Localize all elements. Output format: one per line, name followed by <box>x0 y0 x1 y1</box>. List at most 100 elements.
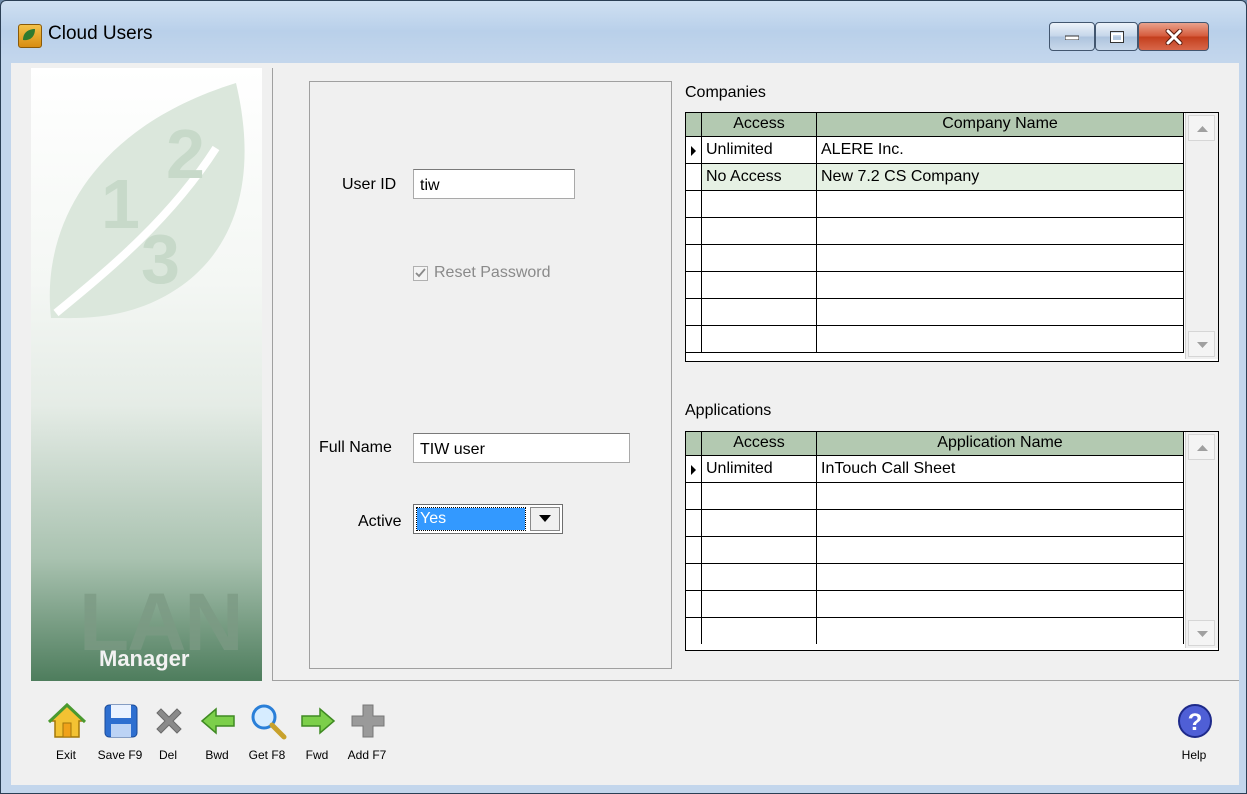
add-button[interactable]: Add F7 <box>342 693 392 769</box>
application-name-cell[interactable] <box>817 483 1184 509</box>
close-button[interactable] <box>1138 22 1209 51</box>
brand-sidebar: 1 2 3 LAN Manager <box>31 68 262 681</box>
access-cell[interactable] <box>702 218 817 244</box>
companies-grid[interactable]: Access Company Name Unlimited ALERE Inc.… <box>685 112 1219 362</box>
user-id-input[interactable] <box>413 169 575 199</box>
access-cell[interactable] <box>702 191 817 217</box>
table-row[interactable] <box>686 483 1184 510</box>
column-header-application-name[interactable]: Application Name <box>817 432 1184 455</box>
table-row[interactable] <box>686 272 1184 299</box>
table-row[interactable] <box>686 591 1184 618</box>
access-cell[interactable]: Unlimited <box>702 456 817 482</box>
access-cell[interactable] <box>702 299 817 325</box>
exit-button[interactable]: Exit <box>41 693 91 769</box>
application-name-cell[interactable] <box>817 564 1184 590</box>
reset-password-checkbox[interactable]: Reset Password <box>413 264 551 282</box>
leaf-logo-icon: 1 2 3 <box>49 83 245 319</box>
access-cell[interactable] <box>702 618 817 644</box>
companies-title: Companies <box>685 84 766 101</box>
company-name-cell[interactable] <box>817 191 1184 217</box>
applications-grid[interactable]: Access Application Name Unlimited InTouc… <box>685 431 1219 651</box>
cloud-users-window: Cloud Users 1 2 3 LAN Manager User ID ti… <box>0 0 1247 794</box>
scroll-down-button[interactable] <box>1188 620 1215 646</box>
company-name-cell[interactable] <box>817 299 1184 325</box>
table-row[interactable]: Unlimited InTouch Call Sheet <box>686 456 1184 483</box>
row-indicator <box>686 326 702 352</box>
company-name-cell[interactable] <box>817 326 1184 352</box>
chevron-up-icon <box>1197 445 1208 451</box>
chevron-up-icon <box>1197 126 1208 132</box>
reset-password-label: Reset Password <box>434 264 551 281</box>
access-cell[interactable] <box>702 326 817 352</box>
table-row[interactable] <box>686 618 1184 645</box>
access-cell[interactable] <box>702 483 817 509</box>
company-name-cell[interactable] <box>817 272 1184 298</box>
applications-scrollbar[interactable] <box>1185 432 1218 648</box>
access-cell[interactable] <box>702 537 817 563</box>
application-name-cell[interactable] <box>817 510 1184 536</box>
table-row[interactable] <box>686 510 1184 537</box>
companies-scrollbar[interactable] <box>1185 113 1218 359</box>
svg-text:?: ? <box>1188 709 1203 736</box>
full-name-input[interactable] <box>413 433 630 463</box>
table-row[interactable] <box>686 245 1184 272</box>
table-row[interactable] <box>686 191 1184 218</box>
application-name-cell[interactable] <box>817 618 1184 644</box>
scroll-down-button[interactable] <box>1188 331 1215 357</box>
column-header-access[interactable]: Access <box>702 113 817 136</box>
plus-icon <box>351 704 385 738</box>
table-row[interactable]: No Access New 7.2 CS Company <box>686 164 1184 191</box>
row-indicator <box>686 272 702 298</box>
help-button[interactable]: ? Help <box>1169 693 1219 769</box>
chevron-down-icon <box>539 515 551 522</box>
current-row-arrow-icon <box>691 146 696 156</box>
maximize-button[interactable] <box>1095 22 1138 51</box>
company-name-cell[interactable] <box>817 245 1184 271</box>
access-cell[interactable]: No Access <box>702 164 817 190</box>
application-name-cell[interactable]: InTouch Call Sheet <box>817 456 1184 482</box>
company-name-cell[interactable] <box>817 218 1184 244</box>
title-bar[interactable]: Cloud Users <box>1 1 1246 63</box>
help-label: Help <box>1181 748 1207 762</box>
add-label: Add F7 <box>347 748 387 762</box>
header-corner <box>686 113 702 136</box>
table-row[interactable]: Unlimited ALERE Inc. <box>686 137 1184 164</box>
column-header-company-name[interactable]: Company Name <box>817 113 1184 136</box>
application-name-cell[interactable] <box>817 537 1184 563</box>
scroll-up-button[interactable] <box>1188 115 1215 141</box>
table-row[interactable] <box>686 326 1184 353</box>
row-indicator <box>686 164 702 190</box>
active-label: Active <box>358 513 402 530</box>
company-name-cell[interactable]: ALERE Inc. <box>817 137 1184 163</box>
access-cell[interactable] <box>702 245 817 271</box>
minimize-button[interactable] <box>1049 22 1095 51</box>
access-cell[interactable] <box>702 510 817 536</box>
chevron-down-icon <box>1197 631 1208 637</box>
scroll-up-button[interactable] <box>1188 434 1215 460</box>
application-name-cell[interactable] <box>817 591 1184 617</box>
logo-manager-text: Manager <box>99 646 190 671</box>
dropdown-button[interactable] <box>530 507 560 531</box>
access-cell[interactable] <box>702 272 817 298</box>
checkbox-icon[interactable] <box>413 265 428 281</box>
access-cell[interactable] <box>702 564 817 590</box>
company-name-cell[interactable]: New 7.2 CS Company <box>817 164 1184 190</box>
row-indicator <box>686 564 702 590</box>
row-indicator <box>686 456 702 482</box>
row-indicator <box>686 591 702 617</box>
table-row[interactable] <box>686 564 1184 591</box>
table-row[interactable] <box>686 218 1184 245</box>
app-icon[interactable] <box>18 24 42 48</box>
companies-header: Access Company Name <box>686 113 1184 137</box>
window-title: Cloud Users <box>48 23 153 44</box>
access-cell[interactable] <box>702 591 817 617</box>
active-select[interactable]: Yes <box>413 504 563 534</box>
table-row[interactable] <box>686 537 1184 564</box>
active-select-value[interactable]: Yes <box>416 507 526 531</box>
access-cell[interactable]: Unlimited <box>702 137 817 163</box>
svg-text:1: 1 <box>101 165 140 243</box>
table-row[interactable] <box>686 299 1184 326</box>
column-header-access[interactable]: Access <box>702 432 817 455</box>
applications-header: Access Application Name <box>686 432 1184 456</box>
row-indicator <box>686 245 702 271</box>
